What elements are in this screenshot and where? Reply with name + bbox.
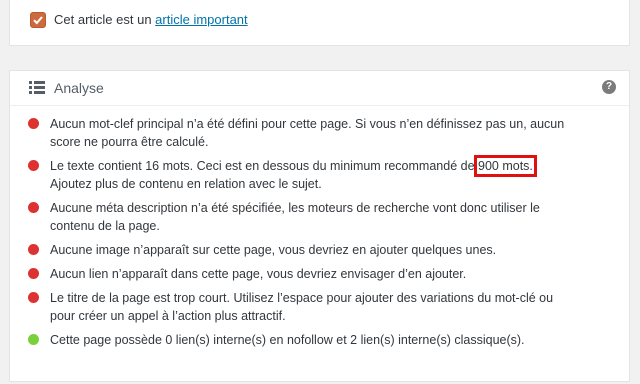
list-icon — [29, 81, 45, 94]
list-item: Le texte contient 16 mots. Ceci est en d… — [10, 155, 629, 193]
list-item: Le titre de la page est trop court. Util… — [10, 289, 629, 325]
status-bad-dot — [28, 292, 39, 303]
list-item: Aucune méta description n’a été spécifié… — [10, 199, 629, 235]
important-article-label: Cet article est un article important — [54, 11, 248, 29]
analysis-panel: Analyse ? Aucun mot-clef principal n’a é… — [9, 70, 630, 382]
item-text: Aucun mot-clef principal n’a été défini … — [50, 117, 565, 149]
help-icon[interactable]: ? — [602, 80, 616, 94]
important-article-box: Cet article est un article important — [9, 0, 630, 46]
list-item: Aucun lien n’apparaît dans cette page, v… — [10, 265, 629, 283]
item-text: Aucune méta description n’a été spécifié… — [50, 201, 540, 233]
item-text: Aucune image n’apparaît sur cette page, … — [50, 243, 497, 257]
item-text: Aucun lien n’apparaît dans cette page, v… — [50, 267, 467, 281]
analysis-header: Analyse ? — [10, 71, 629, 106]
list-item: Cette page possède 0 lien(s) interne(s) … — [10, 331, 629, 349]
analysis-title: Analyse — [54, 80, 104, 96]
item-text: Le texte contient 16 mots. Ceci est en d… — [50, 155, 579, 193]
item-text: Cette page possède 0 lien(s) interne(s) … — [50, 333, 525, 347]
analysis-results-list: Aucun mot-clef principal n’a été défini … — [10, 115, 629, 355]
word-count-advice: Ajoutez plus de contenu en relation avec… — [50, 177, 322, 191]
checkmark-icon — [33, 16, 43, 25]
status-bad-dot — [28, 118, 39, 129]
status-bad-dot — [28, 244, 39, 255]
status-bad-dot — [28, 202, 39, 213]
highlighted-word-count: 900 mots. — [474, 155, 537, 177]
status-bad-dot — [28, 160, 39, 171]
important-article-checkbox[interactable] — [30, 12, 46, 28]
word-count-text: Le texte contient 16 mots. Ceci est en d… — [50, 159, 475, 173]
list-item: Aucune image n’apparaît sur cette page, … — [10, 241, 629, 259]
important-article-link[interactable]: article important — [155, 12, 247, 27]
list-item: Aucun mot-clef principal n’a été défini … — [10, 115, 629, 151]
status-bad-dot — [28, 268, 39, 279]
checkbox-label-text: Cet article est un — [54, 12, 152, 27]
status-good-dot — [28, 334, 39, 345]
item-text: Le titre de la page est trop court. Util… — [50, 291, 554, 323]
